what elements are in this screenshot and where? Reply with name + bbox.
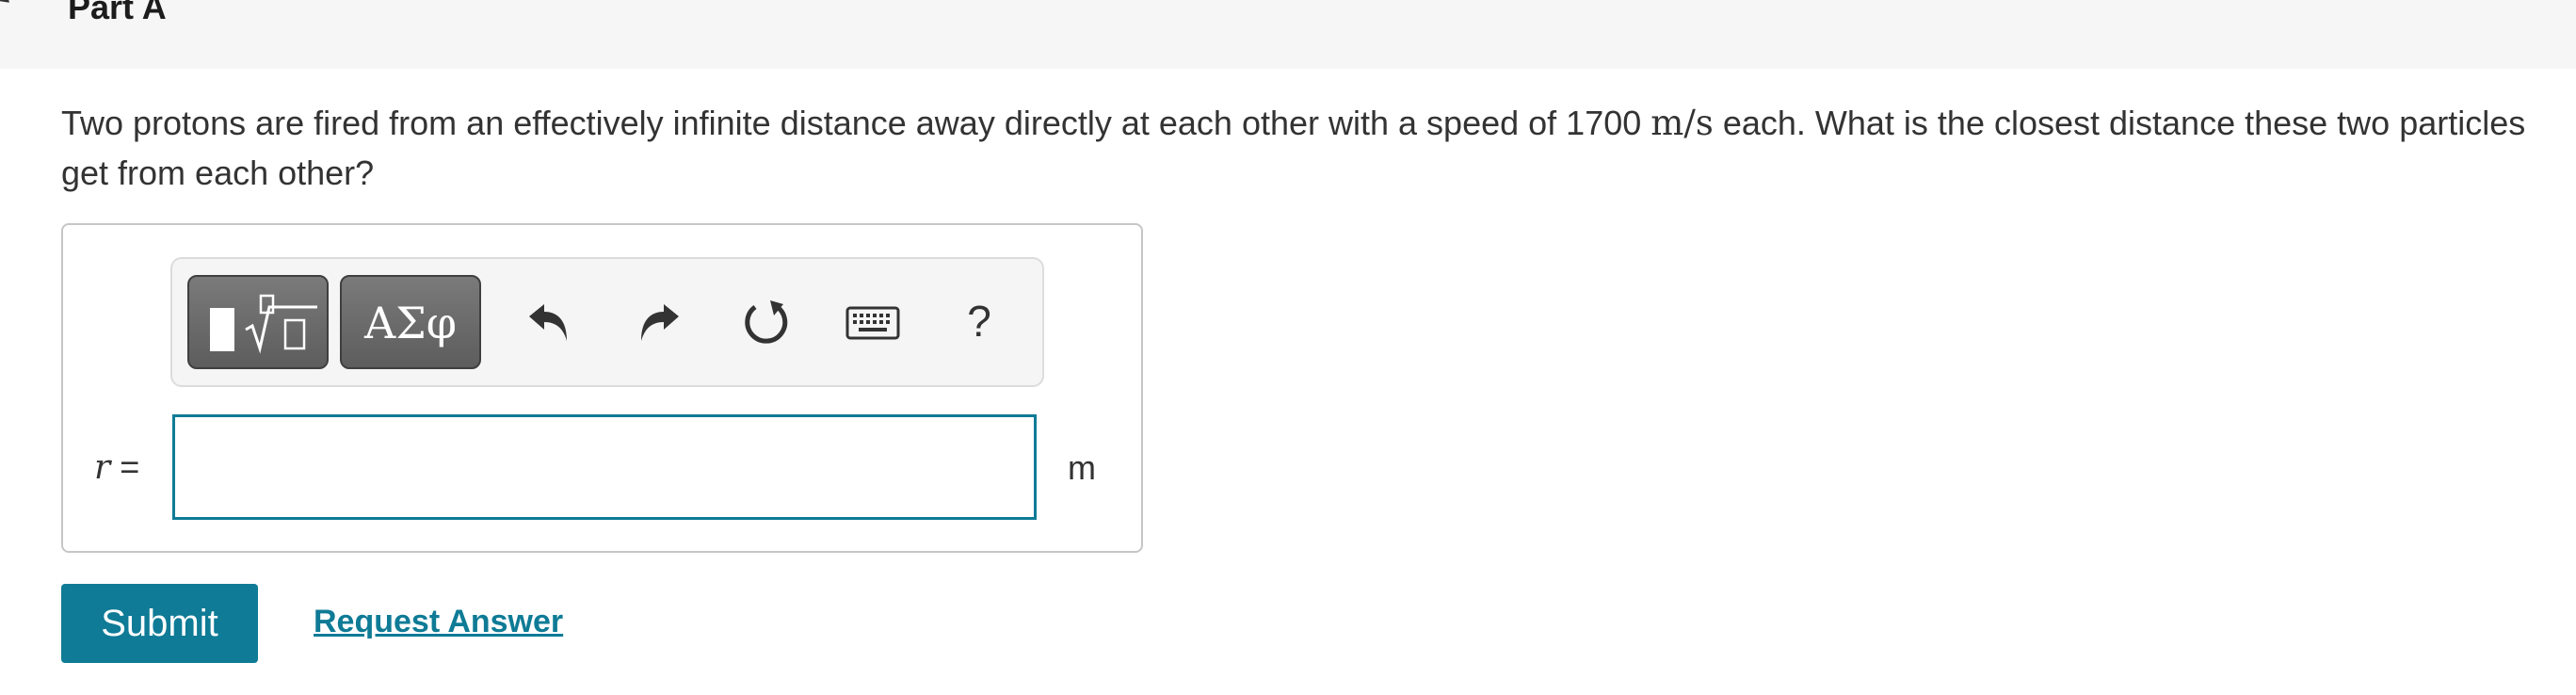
equals-sign: = [110,447,140,486]
unit-seconds: s [1695,103,1714,143]
cursor-block-icon [210,308,234,351]
redo-icon [641,304,679,341]
variable-label: r = [94,446,139,489]
templates-button[interactable] [187,275,329,369]
undo-button[interactable] [516,293,582,353]
keyboard-icon [845,306,900,340]
question-text-before: Two protons are fired from an effectivel… [61,104,1651,142]
reset-icon [745,300,788,344]
speed-unit: m/s [1650,103,1714,143]
keyboard-button[interactable] [840,293,906,353]
answer-unit: m [1068,448,1096,487]
submit-button[interactable]: Submit [61,584,258,663]
unit-slash: / [1683,103,1696,143]
redo-button[interactable] [626,293,692,353]
part-header: Part A [0,0,2576,69]
collapse-caret-icon[interactable] [0,0,21,14]
request-answer-link[interactable]: Request Answer [314,601,563,642]
question-text: Two protons are fired from an effectivel… [61,98,2537,198]
help-button[interactable]: ? [946,291,1012,351]
variable-symbol: r [94,448,111,487]
symbols-button[interactable]: ΑΣφ [340,275,481,369]
symbols-label: ΑΣφ [364,298,457,348]
answer-input[interactable] [172,414,1037,520]
undo-icon [529,304,567,341]
unit-meters: m [1650,103,1684,143]
math-toolbar: ΑΣφ ? [170,257,1044,387]
templates-icon [245,294,317,354]
reset-button[interactable] [733,293,799,353]
part-title: Part A [68,0,167,26]
